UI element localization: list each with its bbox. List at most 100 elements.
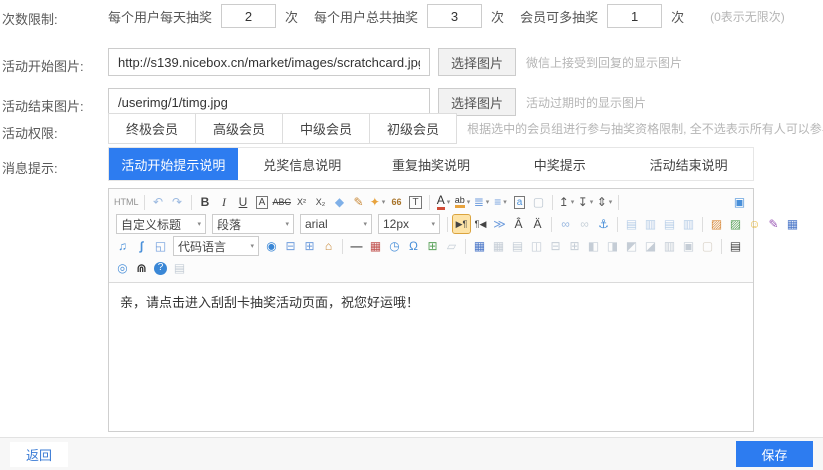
tab-repeat-draw[interactable]: 重复抽奖说明	[367, 148, 496, 180]
font-color-icon[interactable]: A▾	[435, 193, 452, 211]
blank-doc-icon[interactable]: ▢	[530, 193, 547, 211]
end-image-input[interactable]	[108, 88, 430, 116]
paste-text-icon[interactable]: T	[407, 193, 424, 211]
insert-time-icon[interactable]: ◷	[386, 237, 403, 255]
tab-activity-start-tip[interactable]: 活动开始提示说明	[109, 148, 238, 180]
ordered-list-icon[interactable]: ≣▾	[473, 193, 490, 211]
table-title-icon[interactable]: ▤	[509, 237, 526, 255]
align-left-icon[interactable]: ▤	[623, 215, 640, 233]
page-break-icon[interactable]: ⊟	[282, 237, 299, 255]
line-height-icon-glyph: ⇕	[597, 196, 607, 208]
back-button[interactable]: 返回	[10, 442, 68, 467]
align-right-icon[interactable]: ▤	[661, 215, 678, 233]
save-button[interactable]: 保存	[736, 441, 813, 467]
member-option-middle[interactable]: 中级会员	[282, 113, 369, 144]
preview-icon[interactable]: ◎	[114, 259, 131, 277]
superscript-icon[interactable]: X²	[293, 193, 310, 211]
align-center-icon[interactable]: ▥	[642, 215, 659, 233]
start-image-select-button[interactable]: 选择图片	[438, 48, 516, 76]
paste-icon[interactable]: ▤	[171, 259, 188, 277]
bold-icon[interactable]: B	[197, 193, 214, 211]
print-icon[interactable]: ▤	[727, 237, 744, 255]
table-full-icon[interactable]: ▥	[661, 237, 678, 255]
code-language-select[interactable]: 代码语言▾	[173, 236, 259, 256]
delete-table-icon[interactable]: ▦	[490, 237, 507, 255]
table-sort-icon[interactable]: ▣	[680, 237, 697, 255]
editor-content[interactable]: 亲，请点击进入刮刮卡抽奖活动页面，祝您好运哦！	[109, 283, 753, 431]
attachment-icon-glyph: ∫	[140, 240, 143, 252]
link-icon[interactable]: ∞	[557, 215, 574, 233]
anchor-a-icon[interactable]: a	[511, 193, 528, 211]
font-family-select[interactable]: arial▾	[300, 214, 372, 234]
member-option-senior[interactable]: 高级会员	[195, 113, 282, 144]
insert-row-icon[interactable]: ⊟	[547, 237, 564, 255]
attachment-icon[interactable]: ∫	[133, 237, 150, 255]
daily-limit-input[interactable]	[221, 4, 276, 28]
table-left-icon[interactable]: ◨	[604, 237, 621, 255]
fullscreen-icon[interactable]: ▣	[731, 193, 748, 211]
baidu-app-icon[interactable]: ⌂	[320, 237, 337, 255]
form-icon[interactable]: ⊞	[424, 237, 441, 255]
table-center-icon[interactable]: ◩	[623, 237, 640, 255]
anchor-icon[interactable]: ⚓	[595, 215, 612, 233]
split-cells-icon[interactable]: ◧	[585, 237, 602, 255]
blockquote-icon[interactable]: 66	[388, 193, 405, 211]
insert-date-icon[interactable]: ▦	[367, 237, 384, 255]
table-right-icon[interactable]: ◪	[642, 237, 659, 255]
remove-format-icon[interactable]: ◆	[331, 193, 348, 211]
member-option-ultimate[interactable]: 终极会员	[108, 113, 195, 144]
map-icon[interactable]: ◉	[263, 237, 280, 255]
insert-table-icon[interactable]: ▦	[471, 237, 488, 255]
insert-music-icon[interactable]: ♫	[114, 237, 131, 255]
html-source-icon-glyph: HTML	[114, 198, 139, 207]
insert-video-icon[interactable]: ▦	[784, 215, 801, 233]
autotypeset-icon[interactable]: A	[254, 193, 271, 211]
subscript-icon[interactable]: X₂	[312, 193, 329, 211]
end-image-select-button[interactable]: 选择图片	[438, 88, 516, 116]
line-height-icon[interactable]: ⇕▾	[596, 193, 613, 211]
insert-image-icon[interactable]: ▨	[708, 215, 725, 233]
tab-redeem-info[interactable]: 兑奖信息说明	[238, 148, 367, 180]
insert-code-icon[interactable]: ◱	[152, 237, 169, 255]
tab-win-tip[interactable]: 中奖提示	[495, 148, 624, 180]
member-option-junior[interactable]: 初级会员	[369, 113, 457, 144]
uppercase-icon[interactable]: Â	[510, 215, 527, 233]
italic-icon[interactable]: I	[216, 193, 233, 211]
html-source-icon[interactable]: HTML	[114, 193, 139, 211]
row-spacing-top-icon[interactable]: ↥▾	[558, 193, 575, 211]
member-extra-input[interactable]	[607, 4, 662, 28]
font-size-select[interactable]: 12px▾	[378, 214, 440, 234]
horizontal-rule-icon[interactable]: —	[348, 237, 365, 255]
lowercase-icon[interactable]: Ä	[529, 215, 546, 233]
strikethrough-icon[interactable]: ABC	[273, 193, 292, 211]
format-painter-icon[interactable]: ✎	[350, 193, 367, 211]
paragraph-select[interactable]: 段落▾	[212, 214, 294, 234]
merge-cells-icon[interactable]: ◫	[528, 237, 545, 255]
insert-col-icon[interactable]: ⊞	[566, 237, 583, 255]
total-limit-input[interactable]	[427, 4, 482, 28]
help-icon[interactable]: ?	[152, 259, 169, 277]
row-spacing-bottom-icon[interactable]: ↧▾	[577, 193, 594, 211]
undo-icon[interactable]: ↶	[150, 193, 167, 211]
tab-activity-end[interactable]: 活动结束说明	[624, 148, 753, 180]
upload-image-icon[interactable]: ▨	[727, 215, 744, 233]
insert-frame-icon[interactable]: ⊞	[301, 237, 318, 255]
page-icon[interactable]: ▢	[699, 237, 716, 255]
unordered-list-icon[interactable]: ≡▾	[492, 193, 509, 211]
start-image-input[interactable]	[108, 48, 430, 76]
special-chars-icon[interactable]: Ω	[405, 237, 422, 255]
redo-icon[interactable]: ↷	[169, 193, 186, 211]
emotion-icon[interactable]: ☺	[746, 215, 763, 233]
highlight-color-icon[interactable]: ab▾	[454, 193, 471, 211]
align-justify-icon[interactable]: ▥	[680, 215, 697, 233]
search-replace-icon[interactable]: ⋒	[133, 259, 150, 277]
unlink-icon[interactable]: ∞	[576, 215, 593, 233]
snapscreen-icon[interactable]: ▱	[443, 237, 460, 255]
ltr-icon[interactable]: ▶¶	[453, 215, 470, 233]
rtl-icon[interactable]: ¶◀	[472, 215, 489, 233]
indent-icon[interactable]: ≫	[491, 215, 508, 233]
custom-title-select[interactable]: 自定义标题▾	[116, 214, 206, 234]
auto-typeset-icon[interactable]: ✦▾	[369, 193, 386, 211]
underline-icon[interactable]: U	[235, 193, 252, 211]
scrawl-icon[interactable]: ✎	[765, 215, 782, 233]
